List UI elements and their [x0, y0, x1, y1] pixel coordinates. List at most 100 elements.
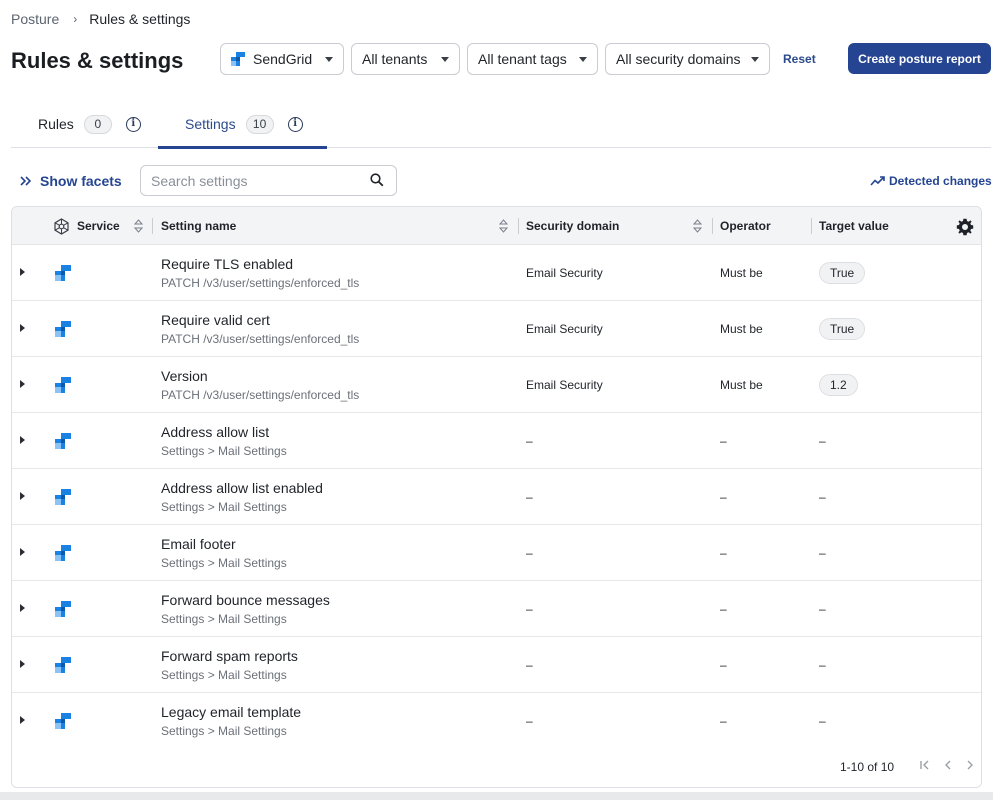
expand-row-icon[interactable]	[20, 268, 25, 276]
target-value-badge: –	[819, 434, 826, 448]
security-domain-cell: –	[526, 658, 533, 672]
operator-cell: Must be	[720, 266, 763, 280]
column-header-security-domain[interactable]: Security domain	[526, 207, 619, 245]
table-row[interactable]: Forward spam reports Settings > Mail Sett…	[12, 637, 981, 693]
active-tab-indicator	[158, 146, 327, 149]
security-domain-cell: –	[526, 434, 533, 448]
expand-row-icon[interactable]	[20, 548, 25, 556]
operator-cell: –	[720, 602, 727, 616]
horizontal-scrollbar[interactable]	[0, 792, 993, 800]
sort-icon[interactable]	[499, 219, 508, 233]
table-header: Service Setting name Security domain Ope…	[12, 207, 981, 245]
operator-cell: –	[720, 658, 727, 672]
count-badge: 10	[245, 114, 274, 134]
security-domain-cell: –	[526, 714, 533, 728]
setting-path: Settings > Mail Settings	[161, 500, 287, 514]
column-header-operator: Operator	[720, 219, 771, 233]
service-filter-dropdown[interactable]: SendGrid	[220, 43, 344, 75]
expand-row-icon[interactable]	[20, 324, 25, 332]
show-facets-button[interactable]: Show facets	[20, 173, 122, 189]
sendgrid-logo-icon	[231, 52, 245, 66]
detected-changes-label: Detected changes	[889, 174, 992, 188]
expand-row-icon[interactable]	[20, 436, 25, 444]
expand-row-icon[interactable]	[20, 716, 25, 724]
table-row[interactable]: Address allow list Settings > Mail Settin…	[12, 413, 981, 469]
security-domain-cell: Email Security	[526, 378, 603, 392]
setting-path: Settings > Mail Settings	[161, 724, 287, 738]
table-row[interactable]: Version PATCH /v3/user/settings/enforced_…	[12, 357, 981, 413]
breadcrumb-posture-link[interactable]: Posture	[11, 11, 59, 27]
show-facets-label: Show facets	[40, 173, 122, 189]
expand-row-icon[interactable]	[20, 660, 25, 668]
setting-path: Settings > Mail Settings	[161, 556, 287, 570]
expand-row-icon[interactable]	[20, 604, 25, 612]
trend-line-icon	[870, 176, 885, 186]
setting-name: Require valid cert	[161, 312, 270, 328]
tabs-bar: Rules 0 i Settings 10 i	[11, 100, 991, 149]
column-header-service[interactable]: Service	[77, 207, 120, 245]
next-page-icon[interactable]	[963, 758, 977, 772]
reset-filters-button[interactable]: Reset	[783, 52, 816, 66]
table-row[interactable]: Legacy email template Settings > Mail Set…	[12, 693, 981, 749]
table-footer: 1-10 of 10	[12, 744, 981, 787]
setting-name: Version	[161, 368, 208, 384]
security-domain-cell: –	[526, 490, 533, 504]
expand-row-icon[interactable]	[20, 380, 25, 388]
setting-name: Require TLS enabled	[161, 256, 294, 272]
service-filter-label: SendGrid	[253, 51, 313, 67]
tenant-tags-filter-dropdown[interactable]: All tenant tags	[467, 43, 598, 75]
target-value-badge: –	[819, 490, 826, 504]
setting-name: Forward spam reports	[161, 648, 298, 664]
security-domain-cell: –	[526, 546, 533, 560]
table-row[interactable]: Address allow list enabled Settings > Mai…	[12, 469, 981, 525]
sendgrid-logo-icon	[55, 601, 71, 617]
operator-cell: –	[720, 714, 727, 728]
column-header-setting-name[interactable]: Setting name	[161, 207, 236, 245]
target-value-badge: –	[819, 602, 826, 616]
info-icon[interactable]: i	[125, 116, 141, 132]
tab-label: Rules	[38, 116, 74, 132]
target-value-badge: True	[819, 262, 866, 284]
info-icon[interactable]: i	[287, 116, 303, 132]
gear-icon[interactable]	[956, 218, 974, 236]
table-row[interactable]: Forward bounce messages Settings > Mail S…	[12, 581, 981, 637]
prev-page-icon[interactable]	[941, 758, 955, 772]
setting-name: Legacy email template	[161, 704, 302, 720]
tenants-filter-dropdown[interactable]: All tenants	[351, 43, 460, 75]
operator-cell: –	[720, 546, 727, 560]
operator-cell: Must be	[720, 322, 763, 336]
double-chevron-right-icon	[20, 176, 32, 186]
sendgrid-logo-icon	[55, 489, 71, 505]
target-value-badge: –	[819, 546, 826, 560]
search-icon[interactable]	[370, 173, 384, 187]
caret-down-icon	[325, 57, 333, 62]
pagination-summary: 1-10 of 10	[840, 760, 895, 774]
create-posture-report-button[interactable]: Create posture report	[848, 43, 991, 74]
sendgrid-logo-icon	[55, 265, 71, 281]
detected-changes-button[interactable]: Detected changes	[870, 174, 992, 188]
table-row[interactable]: Email footer Settings > Mail Settings – – –	[12, 525, 981, 581]
search-input[interactable]	[140, 165, 397, 196]
setting-path: PATCH /v3/user/settings/enforced_tls	[161, 388, 360, 402]
setting-path: PATCH /v3/user/settings/enforced_tls	[161, 332, 360, 346]
caret-down-icon	[441, 57, 449, 62]
expand-row-icon[interactable]	[20, 492, 25, 500]
security-domains-filter-dropdown[interactable]: All security domains	[605, 43, 770, 75]
setting-name: Forward bounce messages	[161, 592, 330, 608]
setting-name: Email footer	[161, 536, 236, 552]
sendgrid-logo-icon	[55, 657, 71, 673]
tab-rules[interactable]: Rules 0 i	[38, 100, 141, 148]
first-page-icon[interactable]	[918, 758, 932, 772]
table-row[interactable]: Require valid cert PATCH /v3/user/setting…	[12, 301, 981, 357]
setting-path: Settings > Mail Settings	[161, 668, 287, 682]
tab-settings[interactable]: Settings 10 i	[185, 100, 303, 148]
target-value-badge: –	[819, 714, 826, 728]
setting-path: Settings > Mail Settings	[161, 444, 287, 458]
sendgrid-logo-icon	[55, 377, 71, 393]
caret-down-icon	[579, 57, 587, 62]
sort-icon[interactable]	[693, 219, 702, 233]
sort-icon[interactable]	[134, 219, 143, 233]
sendgrid-logo-icon	[55, 321, 71, 337]
table-row[interactable]: Require TLS enabled PATCH /v3/user/settin…	[12, 245, 981, 301]
operator-cell: –	[720, 490, 727, 504]
